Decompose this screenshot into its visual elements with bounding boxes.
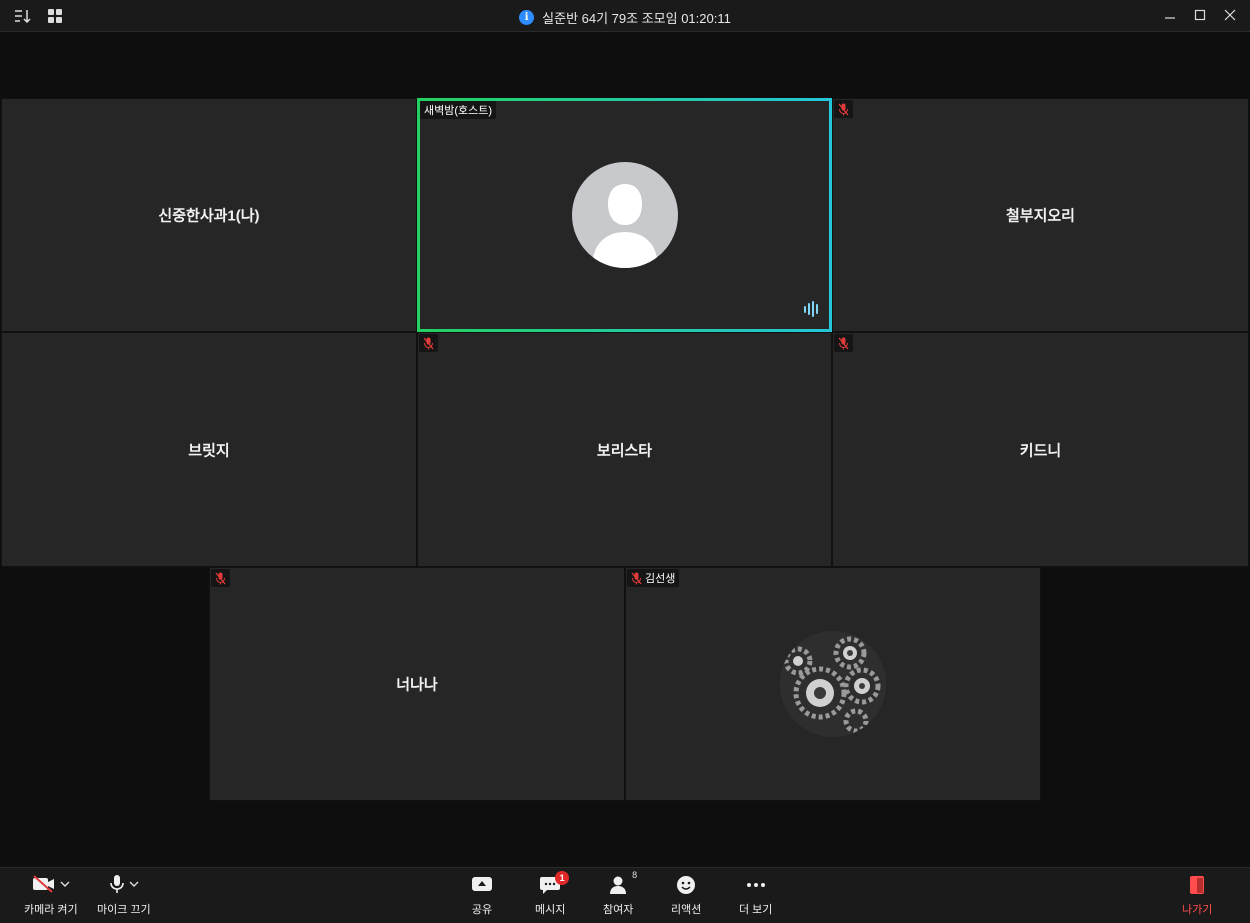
meeting-title-text: 실준반 64기 79조 조모임 01:20:11 [542, 11, 731, 26]
more-button[interactable]: 더 보기 [739, 874, 772, 917]
camera-off-icon [32, 874, 56, 896]
mic-muted-icon [423, 337, 434, 350]
chat-button[interactable]: 1 메시지 [535, 871, 570, 917]
participant-label: 새벽밤(호스트) [420, 101, 497, 119]
gears-avatar-image [780, 631, 886, 737]
participant-tag-text: 김선생 [645, 573, 676, 585]
meeting-title: i 실준반 64기 79조 조모임 01:20:11 [0, 8, 1250, 27]
leave-button-label: 나가기 [1182, 904, 1213, 916]
mic-button[interactable]: 마이크 끄기 [97, 874, 151, 917]
mic-muted-icon [215, 572, 226, 585]
camera-button[interactable]: 카메라 켜기 [24, 874, 78, 917]
video-tile[interactable]: 키드니 [832, 332, 1249, 567]
default-avatar-icon [571, 162, 678, 268]
participant-label: 김선생 [627, 569, 680, 587]
share-button[interactable]: 공유 [471, 874, 493, 917]
more-button-label: 더 보기 [739, 904, 773, 916]
participants-button[interactable]: 8 참여자 [603, 870, 637, 917]
video-tile[interactable]: 철부지오리 [832, 98, 1249, 332]
participants-button-label: 참여자 [603, 904, 634, 916]
smiley-icon [676, 874, 696, 896]
reactions-button[interactable]: 리액션 [671, 874, 701, 917]
video-tile[interactable]: 브릿지 [1, 332, 417, 567]
participant-name: 철부지오리 [1005, 207, 1075, 225]
participant-name: 키드니 [1019, 442, 1062, 459]
muted-tag [211, 569, 230, 587]
chevron-down-icon[interactable] [129, 879, 139, 891]
mic-muted-icon [838, 337, 849, 350]
participant-name: 브릿지 [188, 442, 230, 459]
video-tile[interactable]: 보리스타 [417, 332, 832, 567]
microphone-icon [109, 874, 125, 897]
chat-button-label: 메시지 [535, 904, 566, 916]
audio-wave-icon [803, 301, 821, 322]
video-tile-host[interactable]: 새벽밤(호스트) [417, 98, 832, 332]
mic-muted-icon [631, 572, 642, 585]
participants-count: 8 [632, 870, 638, 880]
mic-muted-icon [838, 103, 849, 116]
share-screen-icon [471, 874, 493, 896]
minimize-icon[interactable] [1162, 7, 1178, 23]
video-tile[interactable]: 김선생 [625, 567, 1041, 801]
close-icon[interactable] [1222, 7, 1238, 23]
participant-name: 보리스타 [596, 442, 653, 459]
video-tile[interactable]: 너나나 [209, 567, 625, 801]
participant-tag-text: 새벽밤(호스트) [424, 105, 493, 117]
leave-button[interactable]: 나가기 [1182, 874, 1212, 917]
title-bar: i 실준반 64기 79조 조모임 01:20:11 [0, 0, 1250, 32]
chat-icon: 1 [539, 871, 570, 896]
participants-icon: 8 [608, 870, 637, 896]
video-tile-self[interactable]: 신중한사과1(나) [1, 98, 417, 332]
muted-tag [419, 334, 438, 352]
maximize-icon[interactable] [1192, 7, 1208, 23]
participant-name: 신중한사과1(나) [158, 207, 260, 225]
leave-door-icon [1188, 874, 1206, 896]
participant-name: 너나나 [396, 676, 438, 694]
more-icon [746, 874, 766, 896]
chat-badge: 1 [555, 871, 570, 885]
info-icon[interactable]: i [519, 10, 535, 25]
mic-button-label: 마이크 끄기 [97, 904, 151, 916]
camera-button-label: 카메라 켜기 [24, 904, 78, 916]
share-button-label: 공유 [471, 904, 493, 916]
chevron-down-icon[interactable] [60, 879, 70, 891]
muted-tag [834, 100, 853, 118]
reactions-button-label: 리액션 [671, 904, 702, 916]
muted-tag [834, 334, 853, 352]
meeting-toolbar: 카메라 켜기 마이크 끄기 공유 1 메시지 8 참여자 리액션 더 보기 나가… [0, 867, 1250, 923]
